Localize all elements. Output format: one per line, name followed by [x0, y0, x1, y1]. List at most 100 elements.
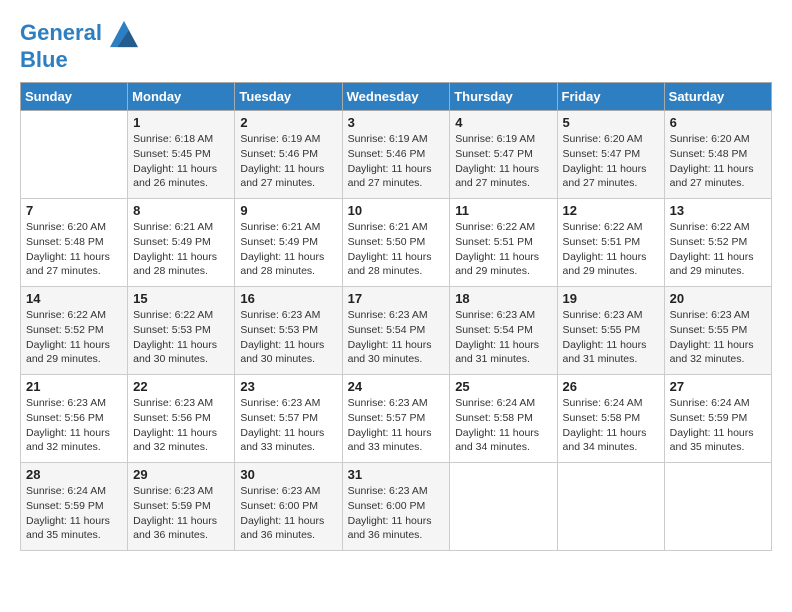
- day-number: 27: [670, 379, 766, 394]
- dow-header-sunday: Sunday: [21, 83, 128, 111]
- calendar-cell: 5 Sunrise: 6:20 AMSunset: 5:47 PMDaylight…: [557, 111, 664, 199]
- calendar-cell: 22 Sunrise: 6:23 AMSunset: 5:56 PMDayligh…: [128, 375, 235, 463]
- day-number: 14: [26, 291, 122, 306]
- day-number: 24: [348, 379, 445, 394]
- logo-blue: Blue: [20, 48, 138, 72]
- day-number: 23: [240, 379, 336, 394]
- day-info: Sunrise: 6:24 AMSunset: 5:59 PMDaylight:…: [26, 484, 122, 543]
- calendar-cell: 4Sunrise: 6:19 AMSunset: 5:47 PMDaylight…: [450, 111, 557, 199]
- day-number: 9: [240, 203, 336, 218]
- dow-header-tuesday: Tuesday: [235, 83, 342, 111]
- calendar-cell: 8 Sunrise: 6:21 AMSunset: 5:49 PMDaylight…: [128, 199, 235, 287]
- day-info: Sunrise: 6:20 AMSunset: 5:47 PMDaylight:…: [563, 132, 659, 191]
- week-row-4: 21 Sunrise: 6:23 AMSunset: 5:56 PMDayligh…: [21, 375, 772, 463]
- day-info: Sunrise: 6:19 AMSunset: 5:46 PMDaylight:…: [240, 132, 336, 191]
- dow-header-monday: Monday: [128, 83, 235, 111]
- day-info: Sunrise: 6:20 AMSunset: 5:48 PMDaylight:…: [670, 132, 766, 191]
- calendar-cell: 24 Sunrise: 6:23 AMSunset: 5:57 PMDayligh…: [342, 375, 450, 463]
- day-number: 19: [563, 291, 659, 306]
- page-header: General Blue: [20, 20, 772, 72]
- day-info: Sunrise: 6:22 AMSunset: 5:53 PMDaylight:…: [133, 308, 229, 367]
- day-number: 30: [240, 467, 336, 482]
- day-info: Sunrise: 6:21 AMSunset: 5:50 PMDaylight:…: [348, 220, 445, 279]
- day-number: 31: [348, 467, 445, 482]
- day-number: 5: [563, 115, 659, 130]
- day-info: Sunrise: 6:22 AMSunset: 5:52 PMDaylight:…: [26, 308, 122, 367]
- calendar-cell: 21 Sunrise: 6:23 AMSunset: 5:56 PMDayligh…: [21, 375, 128, 463]
- day-info: Sunrise: 6:23 AMSunset: 6:00 PMDaylight:…: [348, 484, 445, 543]
- calendar-cell: 6 Sunrise: 6:20 AMSunset: 5:48 PMDaylight…: [664, 111, 771, 199]
- day-number: 8: [133, 203, 229, 218]
- calendar-cell: 17 Sunrise: 6:23 AMSunset: 5:54 PMDayligh…: [342, 287, 450, 375]
- calendar-cell: 10 Sunrise: 6:21 AMSunset: 5:50 PMDayligh…: [342, 199, 450, 287]
- day-number: 20: [670, 291, 766, 306]
- calendar-cell: 27Sunrise: 6:24 AMSunset: 5:59 PMDayligh…: [664, 375, 771, 463]
- day-number: 21: [26, 379, 122, 394]
- day-info: Sunrise: 6:23 AMSunset: 5:56 PMDaylight:…: [26, 396, 122, 455]
- day-number: 18: [455, 291, 551, 306]
- calendar-cell: 28 Sunrise: 6:24 AMSunset: 5:59 PMDayligh…: [21, 463, 128, 551]
- day-number: 29: [133, 467, 229, 482]
- calendar-cell: [21, 111, 128, 199]
- calendar-cell: 12 Sunrise: 6:22 AMSunset: 5:51 PMDayligh…: [557, 199, 664, 287]
- day-number: 25: [455, 379, 551, 394]
- day-info: Sunrise: 6:23 AMSunset: 6:00 PMDaylight:…: [240, 484, 336, 543]
- day-number: 17: [348, 291, 445, 306]
- calendar-cell: 31 Sunrise: 6:23 AMSunset: 6:00 PMDayligh…: [342, 463, 450, 551]
- days-of-week-row: SundayMondayTuesdayWednesdayThursdayFrid…: [21, 83, 772, 111]
- calendar-cell: 25 Sunrise: 6:24 AMSunset: 5:58 PMDayligh…: [450, 375, 557, 463]
- day-info: Sunrise: 6:22 AMSunset: 5:51 PMDaylight:…: [563, 220, 659, 279]
- calendar-cell: 20 Sunrise: 6:23 AMSunset: 5:55 PMDayligh…: [664, 287, 771, 375]
- calendar-cell: 2Sunrise: 6:19 AMSunset: 5:46 PMDaylight…: [235, 111, 342, 199]
- day-info: Sunrise: 6:22 AMSunset: 5:52 PMDaylight:…: [670, 220, 766, 279]
- calendar-cell: 3Sunrise: 6:19 AMSunset: 5:46 PMDaylight…: [342, 111, 450, 199]
- day-info: Sunrise: 6:23 AMSunset: 5:56 PMDaylight:…: [133, 396, 229, 455]
- day-number: 22: [133, 379, 229, 394]
- calendar-table: SundayMondayTuesdayWednesdayThursdayFrid…: [20, 82, 772, 551]
- calendar-cell: 15Sunrise: 6:22 AMSunset: 5:53 PMDayligh…: [128, 287, 235, 375]
- calendar-cell: 30 Sunrise: 6:23 AMSunset: 6:00 PMDayligh…: [235, 463, 342, 551]
- calendar-body: 1 Sunrise: 6:18 AMSunset: 5:45 PMDaylight…: [21, 111, 772, 551]
- calendar-cell: 26Sunrise: 6:24 AMSunset: 5:58 PMDayligh…: [557, 375, 664, 463]
- day-info: Sunrise: 6:23 AMSunset: 5:55 PMDaylight:…: [563, 308, 659, 367]
- day-info: Sunrise: 6:22 AMSunset: 5:51 PMDaylight:…: [455, 220, 551, 279]
- day-info: Sunrise: 6:18 AMSunset: 5:45 PMDaylight:…: [133, 132, 229, 191]
- dow-header-thursday: Thursday: [450, 83, 557, 111]
- calendar-cell: 18Sunrise: 6:23 AMSunset: 5:54 PMDayligh…: [450, 287, 557, 375]
- calendar-cell: 1 Sunrise: 6:18 AMSunset: 5:45 PMDaylight…: [128, 111, 235, 199]
- day-number: 16: [240, 291, 336, 306]
- day-number: 1: [133, 115, 229, 130]
- day-info: Sunrise: 6:23 AMSunset: 5:59 PMDaylight:…: [133, 484, 229, 543]
- calendar-cell: [664, 463, 771, 551]
- day-info: Sunrise: 6:20 AMSunset: 5:48 PMDaylight:…: [26, 220, 122, 279]
- day-number: 6: [670, 115, 766, 130]
- calendar-cell: [557, 463, 664, 551]
- week-row-2: 7 Sunrise: 6:20 AMSunset: 5:48 PMDaylight…: [21, 199, 772, 287]
- day-info: Sunrise: 6:23 AMSunset: 5:55 PMDaylight:…: [670, 308, 766, 367]
- day-number: 12: [563, 203, 659, 218]
- week-row-3: 14 Sunrise: 6:22 AMSunset: 5:52 PMDayligh…: [21, 287, 772, 375]
- calendar-cell: 14 Sunrise: 6:22 AMSunset: 5:52 PMDayligh…: [21, 287, 128, 375]
- day-info: Sunrise: 6:24 AMSunset: 5:58 PMDaylight:…: [455, 396, 551, 455]
- calendar-cell: 9 Sunrise: 6:21 AMSunset: 5:49 PMDaylight…: [235, 199, 342, 287]
- day-number: 10: [348, 203, 445, 218]
- day-info: Sunrise: 6:23 AMSunset: 5:57 PMDaylight:…: [348, 396, 445, 455]
- day-info: Sunrise: 6:19 AMSunset: 5:47 PMDaylight:…: [455, 132, 551, 191]
- calendar-cell: 13 Sunrise: 6:22 AMSunset: 5:52 PMDayligh…: [664, 199, 771, 287]
- calendar-cell: 29 Sunrise: 6:23 AMSunset: 5:59 PMDayligh…: [128, 463, 235, 551]
- day-number: 7: [26, 203, 122, 218]
- logo: General Blue: [20, 20, 138, 72]
- day-info: Sunrise: 6:23 AMSunset: 5:57 PMDaylight:…: [240, 396, 336, 455]
- day-info: Sunrise: 6:21 AMSunset: 5:49 PMDaylight:…: [240, 220, 336, 279]
- calendar-cell: 11Sunrise: 6:22 AMSunset: 5:51 PMDayligh…: [450, 199, 557, 287]
- week-row-1: 1 Sunrise: 6:18 AMSunset: 5:45 PMDaylight…: [21, 111, 772, 199]
- day-info: Sunrise: 6:19 AMSunset: 5:46 PMDaylight:…: [348, 132, 445, 191]
- calendar-cell: 16Sunrise: 6:23 AMSunset: 5:53 PMDayligh…: [235, 287, 342, 375]
- day-number: 13: [670, 203, 766, 218]
- day-info: Sunrise: 6:23 AMSunset: 5:54 PMDaylight:…: [348, 308, 445, 367]
- calendar-cell: 23 Sunrise: 6:23 AMSunset: 5:57 PMDayligh…: [235, 375, 342, 463]
- dow-header-saturday: Saturday: [664, 83, 771, 111]
- day-info: Sunrise: 6:21 AMSunset: 5:49 PMDaylight:…: [133, 220, 229, 279]
- day-number: 28: [26, 467, 122, 482]
- logo-text: General: [20, 20, 138, 48]
